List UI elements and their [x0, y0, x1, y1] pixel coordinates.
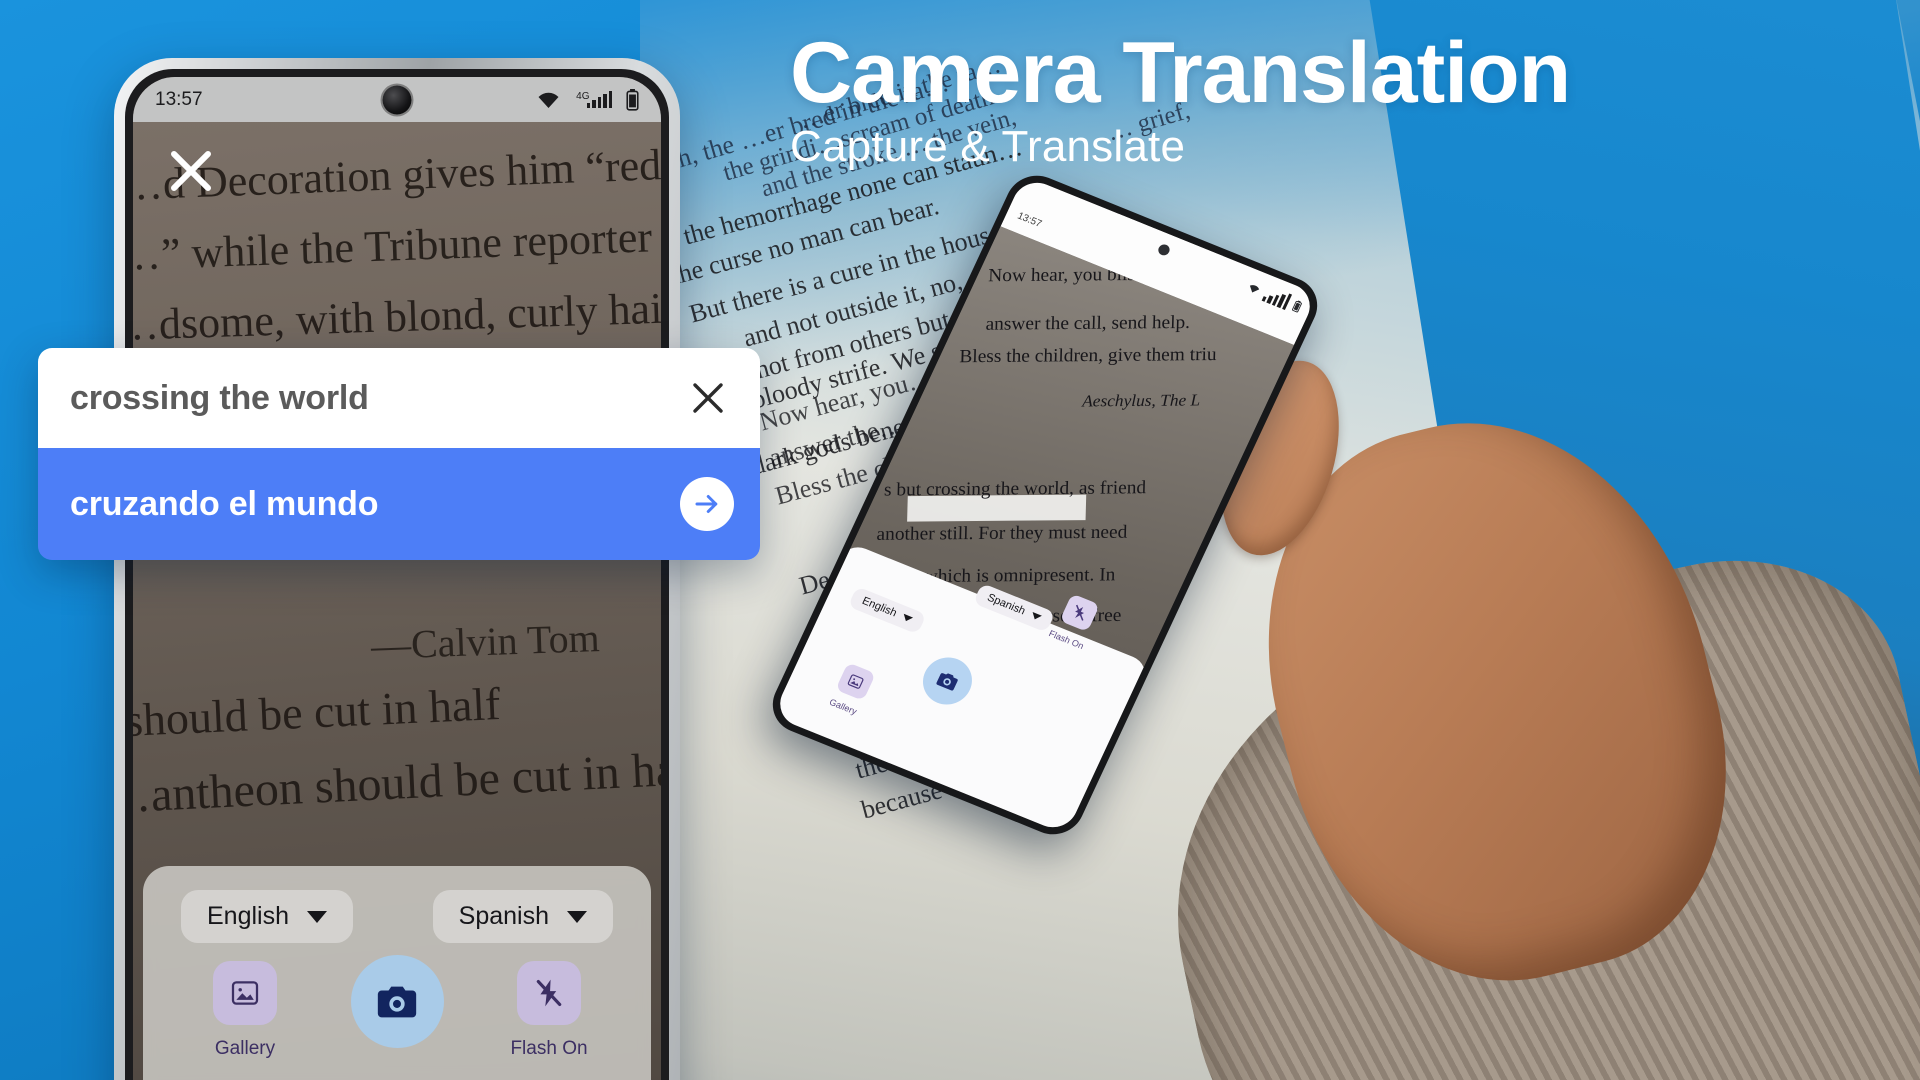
viewfinder-line: Bless the children, give them triu [959, 344, 1217, 368]
phone-screen: 13:57 4G …d Decoration gives him “red ha… [133, 77, 661, 1080]
camera-action-row: Gallery Flash On [143, 943, 651, 1060]
camera-icon [936, 673, 958, 691]
target-language-dropdown[interactable]: Spanish [432, 890, 613, 943]
viewfinder-line: should be cut in half [133, 677, 502, 746]
wifi-icon [1249, 284, 1259, 292]
source-language-dropdown[interactable]: English [181, 890, 353, 943]
flash-button[interactable]: Flash On [493, 961, 605, 1060]
phone-mockup: 13:57 4G …d Decoration gives him “red ha… [114, 58, 680, 1080]
camera-icon [377, 986, 417, 1017]
viewfinder-line: …dsome, with blond, curly hair …” (T [133, 279, 661, 350]
status-time: 13:57 [155, 88, 203, 110]
shutter-button[interactable] [350, 955, 444, 1048]
viewfinder-line: …antheon should be cut in half [133, 741, 661, 824]
chevron-down-icon [307, 910, 327, 923]
hand-holding-phone: 13:57 Now hear, you blissful powers und … [762, 166, 1772, 1024]
close-x-icon [171, 151, 211, 191]
gallery-button[interactable]: Gallery [189, 961, 301, 1060]
chevron-down-icon [567, 910, 587, 923]
gallery-label: Gallery [827, 696, 859, 717]
gallery-icon-wrap [213, 961, 277, 1025]
viewfinder-line: another still. For they must need [876, 521, 1128, 545]
front-camera-icon [1156, 242, 1172, 257]
signal-bars-icon [586, 91, 612, 108]
status-icons: 4G [535, 88, 639, 111]
wifi-icon [538, 92, 559, 108]
translation-card: crossing the world cruzando el mundo [38, 348, 760, 560]
hero-title-block: Camera Translation Capture & Translate [790, 25, 1571, 172]
source-language-chip[interactable]: English [847, 586, 927, 635]
submit-translation-button[interactable] [680, 477, 734, 531]
source-language-label: English [207, 902, 289, 930]
viewfinder-line: …” while the Tribune reporter calls [133, 209, 661, 280]
battery-icon [626, 88, 639, 111]
close-x-icon [693, 383, 723, 413]
viewfinder-line: —Calvin Tom [370, 615, 601, 668]
page-title: Camera Translation [790, 25, 1571, 121]
translated-text-row: cruzando el mundo [38, 448, 760, 560]
close-card-button[interactable] [682, 372, 734, 424]
flash-label: Flash On [510, 1038, 588, 1059]
camera-controls-sheet: English Spanish Gallery Flash On [143, 866, 651, 1080]
page-subtitle: Capture & Translate [790, 121, 1186, 171]
viewfinder-line: s but crossing the world, as friend [883, 477, 1147, 501]
source-language-label: English [860, 594, 899, 620]
chevron-down-icon [1029, 611, 1042, 622]
gallery-label: Gallery [214, 1038, 276, 1059]
target-language-label: Spanish [458, 902, 549, 930]
gallery-button[interactable] [835, 662, 876, 701]
status-icons [1244, 278, 1304, 315]
source-text: crossing the world [70, 378, 369, 417]
battery-icon [1292, 299, 1303, 312]
status-time: 13:57 [1015, 210, 1044, 230]
viewfinder-line: Aeschylus, The L [1081, 390, 1201, 411]
arrow-right-icon [695, 495, 718, 513]
chevron-down-icon [901, 613, 914, 624]
flash-icon-wrap [517, 961, 581, 1025]
viewfinder-line: answer the call, send help. [985, 312, 1191, 335]
phone-bezel: 13:57 4G …d Decoration gives him “red ha… [125, 69, 669, 1080]
front-camera-icon [382, 85, 412, 114]
shutter-button[interactable] [915, 650, 980, 712]
close-camera-button[interactable] [164, 144, 218, 198]
translated-text: cruzando el mundo [70, 484, 379, 523]
flash-off-icon [536, 979, 562, 1007]
status-bar: 13:57 4G [133, 77, 661, 122]
image-icon [231, 981, 259, 1005]
image-icon [847, 674, 864, 689]
source-text-row: crossing the world [38, 348, 760, 448]
flash-off-icon [1075, 604, 1085, 621]
signal-bars-icon [1261, 285, 1293, 311]
language-selector-row: English Spanish [143, 866, 651, 943]
